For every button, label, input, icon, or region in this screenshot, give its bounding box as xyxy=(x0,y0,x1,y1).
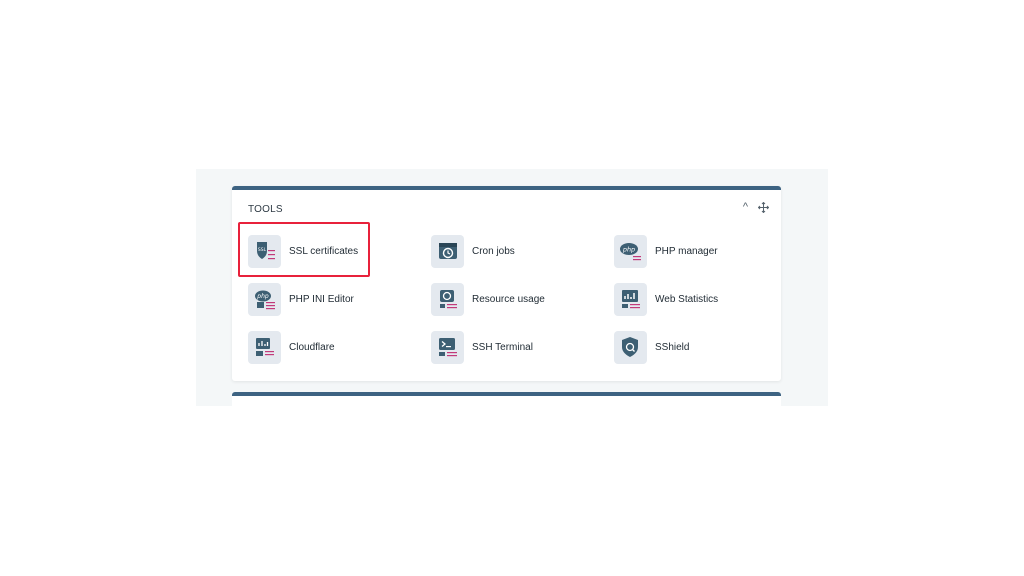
tool-label: Web Statistics xyxy=(655,293,719,305)
svg-text:php: php xyxy=(621,246,634,254)
tool-label: SSH Terminal xyxy=(472,341,533,353)
cloudflare-icon xyxy=(248,330,281,364)
svg-text:php: php xyxy=(256,293,269,300)
web-statistics-icon xyxy=(614,282,647,316)
tool-label: Cloudflare xyxy=(289,341,335,353)
panel-controls: ^ xyxy=(743,200,769,214)
tools-panel: TOOLS ^ SSL SSL certificates Cron jobs p… xyxy=(232,186,781,381)
tool-label: Cron jobs xyxy=(472,245,515,257)
php-ini-icon: php xyxy=(248,282,281,316)
dashboard-background: TOOLS ^ SSL SSL certificates Cron jobs p… xyxy=(196,169,828,406)
svg-text:SSL: SSL xyxy=(257,247,266,253)
tool-cloudflare[interactable]: Cloudflare xyxy=(248,329,431,365)
tools-grid: SSL SSL certificates Cron jobs php PHP m… xyxy=(248,233,764,377)
tool-label: SSL certificates xyxy=(289,245,359,257)
tool-web-statistics[interactable]: Web Statistics xyxy=(614,281,764,317)
php-icon: php xyxy=(614,234,647,268)
panel-title: TOOLS xyxy=(248,204,283,215)
tool-php-ini-editor[interactable]: php PHP INI Editor xyxy=(248,281,431,317)
tool-label: Resource usage xyxy=(472,293,545,305)
tool-php-manager[interactable]: php PHP manager xyxy=(614,233,764,269)
tool-cron-jobs[interactable]: Cron jobs xyxy=(431,233,614,269)
tool-ssl-certificates[interactable]: SSL SSL certificates xyxy=(248,233,431,269)
tool-label: PHP INI Editor xyxy=(289,293,354,305)
resource-gauge-icon xyxy=(431,282,464,316)
tool-sshield[interactable]: SShield xyxy=(614,329,764,365)
next-panel xyxy=(232,392,781,406)
terminal-icon xyxy=(431,330,464,364)
shield-icon xyxy=(614,330,647,364)
tool-resource-usage[interactable]: Resource usage xyxy=(431,281,614,317)
tool-ssh-terminal[interactable]: SSH Terminal xyxy=(431,329,614,365)
move-icon[interactable] xyxy=(758,201,769,213)
tool-label: SShield xyxy=(655,341,690,353)
collapse-icon[interactable]: ^ xyxy=(743,200,748,214)
cron-clock-icon xyxy=(431,234,464,268)
tool-label: PHP manager xyxy=(655,245,718,257)
ssl-icon: SSL xyxy=(248,234,281,268)
